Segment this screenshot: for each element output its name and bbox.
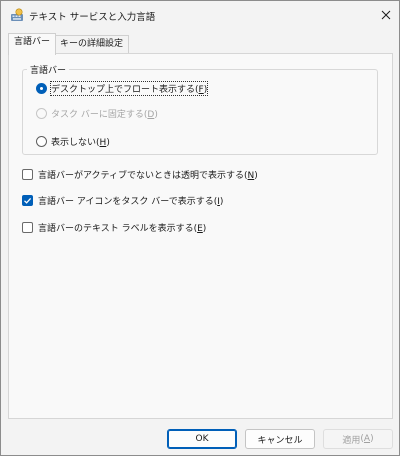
radio-indicator [36, 108, 47, 119]
checkmark-icon [24, 197, 32, 204]
checkbox-label: 言語バーがアクティブでないときは透明で表示する(N) [38, 171, 258, 181]
checkbox-show-icons-in-taskbar[interactable]: 言語バー アイコンをタスク バーで表示する(I) [22, 194, 223, 207]
radio-label: 表示しない(H) [51, 138, 110, 148]
keyboard-globe-icon [11, 8, 23, 21]
checkbox-box [22, 222, 33, 233]
title-bar: テキスト サービスと入力言語 [1, 1, 399, 29]
radio-float-on-desktop[interactable]: デスクトップ上でフロート表示する(F) [36, 81, 209, 96]
radio-indicator [36, 136, 47, 147]
close-icon [381, 10, 391, 20]
window-title: テキスト サービスと入力言語 [29, 12, 156, 23]
checkbox-box [22, 195, 33, 206]
tab-advanced-key-settings[interactable]: キーの詳細設定 [54, 35, 130, 54]
radio-indicator [36, 83, 47, 94]
close-button[interactable] [375, 5, 397, 25]
radio-dock-in-taskbar[interactable]: タスク バーに固定する(D) [36, 107, 158, 120]
checkbox-show-text-labels[interactable]: 言語バーのテキスト ラベルを表示する(E) [22, 221, 206, 234]
radio-hidden[interactable]: 表示しない(H) [36, 135, 110, 148]
tab-label: 言語バー [14, 37, 51, 47]
ok-button[interactable]: OK [167, 429, 237, 449]
tab-language-bar[interactable]: 言語バー [8, 33, 57, 55]
checkbox-label: 言語バー アイコンをタスク バーで表示する(I) [38, 197, 224, 207]
apply-button[interactable]: 適用(A) [323, 429, 393, 449]
groupbox-label: 言語バー [27, 63, 70, 76]
cancel-button[interactable]: キャンセル [245, 429, 315, 449]
radio-label: タスク バーに固定する(D) [51, 110, 158, 120]
dialog-window: テキスト サービスと入力言語 言語バー キーの詳細設定 言語バー デスクトップ上… [0, 0, 400, 456]
radio-label: デスクトップ上でフロート表示する(F) [49, 81, 209, 96]
checkbox-label: 言語バーのテキスト ラベルを表示する(E) [38, 224, 207, 234]
checkbox-box [22, 169, 33, 180]
tab-label: キーの詳細設定 [60, 39, 124, 49]
checkbox-transparent-when-inactive[interactable]: 言語バーがアクティブでないときは透明で表示する(N) [22, 168, 258, 181]
